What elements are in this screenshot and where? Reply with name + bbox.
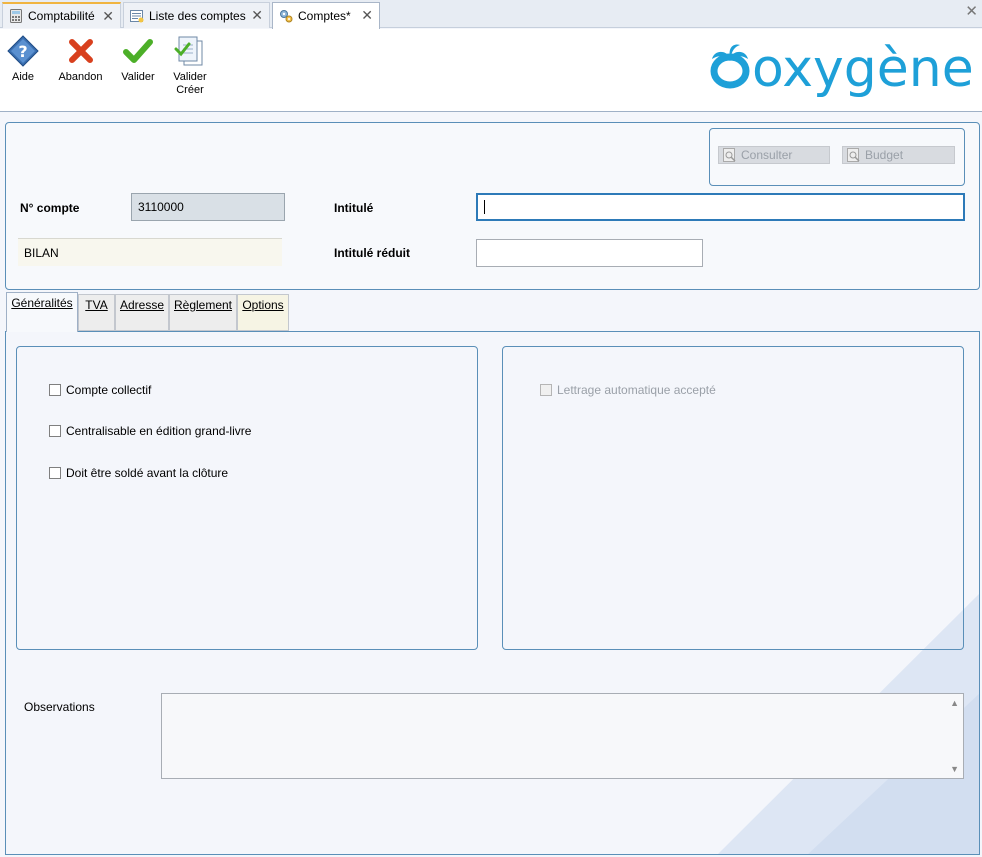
list-icon [130, 9, 144, 23]
tab-comptabilite-label: Comptabilité [28, 9, 95, 23]
intitule-label: Intitulé [334, 201, 374, 215]
tab-generalites[interactable]: Généralités [6, 292, 78, 332]
help-icon: ? [7, 35, 39, 67]
observations-textarea[interactable]: ▲ ▼ [161, 693, 964, 779]
bilan-field: BILAN [18, 238, 282, 266]
lettrage-automatique-checkbox[interactable]: Lettrage automatique accepté [540, 383, 716, 397]
oxygene-logo: oxygène [708, 39, 974, 101]
compte-collectif-checkbox[interactable]: Compte collectif [49, 383, 151, 397]
tab-comptes-label: Comptes* [298, 9, 351, 23]
num-compte-field[interactable]: 3110000 [131, 193, 285, 221]
tab-liste-des-comptes[interactable]: Liste des comptes ✕ [123, 2, 270, 28]
tab-liste-label: Liste des comptes [149, 8, 246, 23]
close-icon[interactable]: ✕ [102, 9, 114, 23]
tab-comptabilite[interactable]: Comptabilité ✕ [2, 2, 121, 28]
close-icon[interactable]: ✕ [361, 8, 373, 22]
toolbar: ? Aide Abandon Valider Valider Créer oxy… [0, 29, 982, 112]
tab-options[interactable]: Options [237, 294, 289, 331]
tab-comptes[interactable]: Comptes* ✕ [272, 2, 380, 29]
document-tab-bar: Comptabilité ✕ Liste des comptes ✕ Compt… [0, 0, 982, 29]
intitule-reduit-label: Intitulé réduit [334, 246, 410, 260]
document-check-icon [174, 36, 203, 66]
text-cursor [484, 200, 485, 214]
magnifier-icon [723, 148, 736, 162]
tab-reglement[interactable]: Règlement [169, 294, 237, 331]
intitule-reduit-input[interactable] [476, 239, 703, 267]
close-icon[interactable]: ✕ [251, 8, 263, 22]
svg-text:?: ? [18, 42, 27, 61]
scroll-down-icon[interactable]: ▼ [950, 764, 959, 774]
valider-creer-button[interactable]: Valider Créer [171, 35, 209, 97]
checkmark-icon [123, 39, 153, 63]
observations-label: Observations [24, 700, 95, 714]
cancel-x-icon [68, 39, 93, 63]
calculator-icon [9, 9, 23, 23]
intitule-input[interactable] [476, 193, 965, 221]
tab-adresse[interactable]: Adresse [115, 294, 169, 331]
checkbox-box[interactable] [49, 425, 61, 437]
budget-button[interactable]: Budget [842, 146, 955, 164]
svg-text:oxygène: oxygène [752, 41, 973, 99]
abandon-button[interactable]: Abandon [58, 35, 103, 84]
aide-button[interactable]: ? Aide [5, 35, 41, 84]
scroll-up-icon[interactable]: ▲ [950, 698, 959, 708]
num-compte-label: N° compte [20, 201, 80, 215]
centralisable-checkbox[interactable]: Centralisable en édition grand-livre [49, 424, 251, 438]
checkbox-box[interactable] [540, 384, 552, 396]
valider-button[interactable]: Valider [120, 35, 156, 84]
consulter-button[interactable]: Consulter [718, 146, 830, 164]
magnifier-icon [847, 148, 860, 162]
tab-tva[interactable]: TVA [78, 294, 115, 331]
checkbox-box[interactable] [49, 467, 61, 479]
checkbox-box[interactable] [49, 384, 61, 396]
gears-icon [279, 9, 293, 23]
window-close-icon[interactable]: ✕ [965, 4, 978, 19]
doit-etre-solde-checkbox[interactable]: Doit être soldé avant la clôture [49, 466, 228, 480]
